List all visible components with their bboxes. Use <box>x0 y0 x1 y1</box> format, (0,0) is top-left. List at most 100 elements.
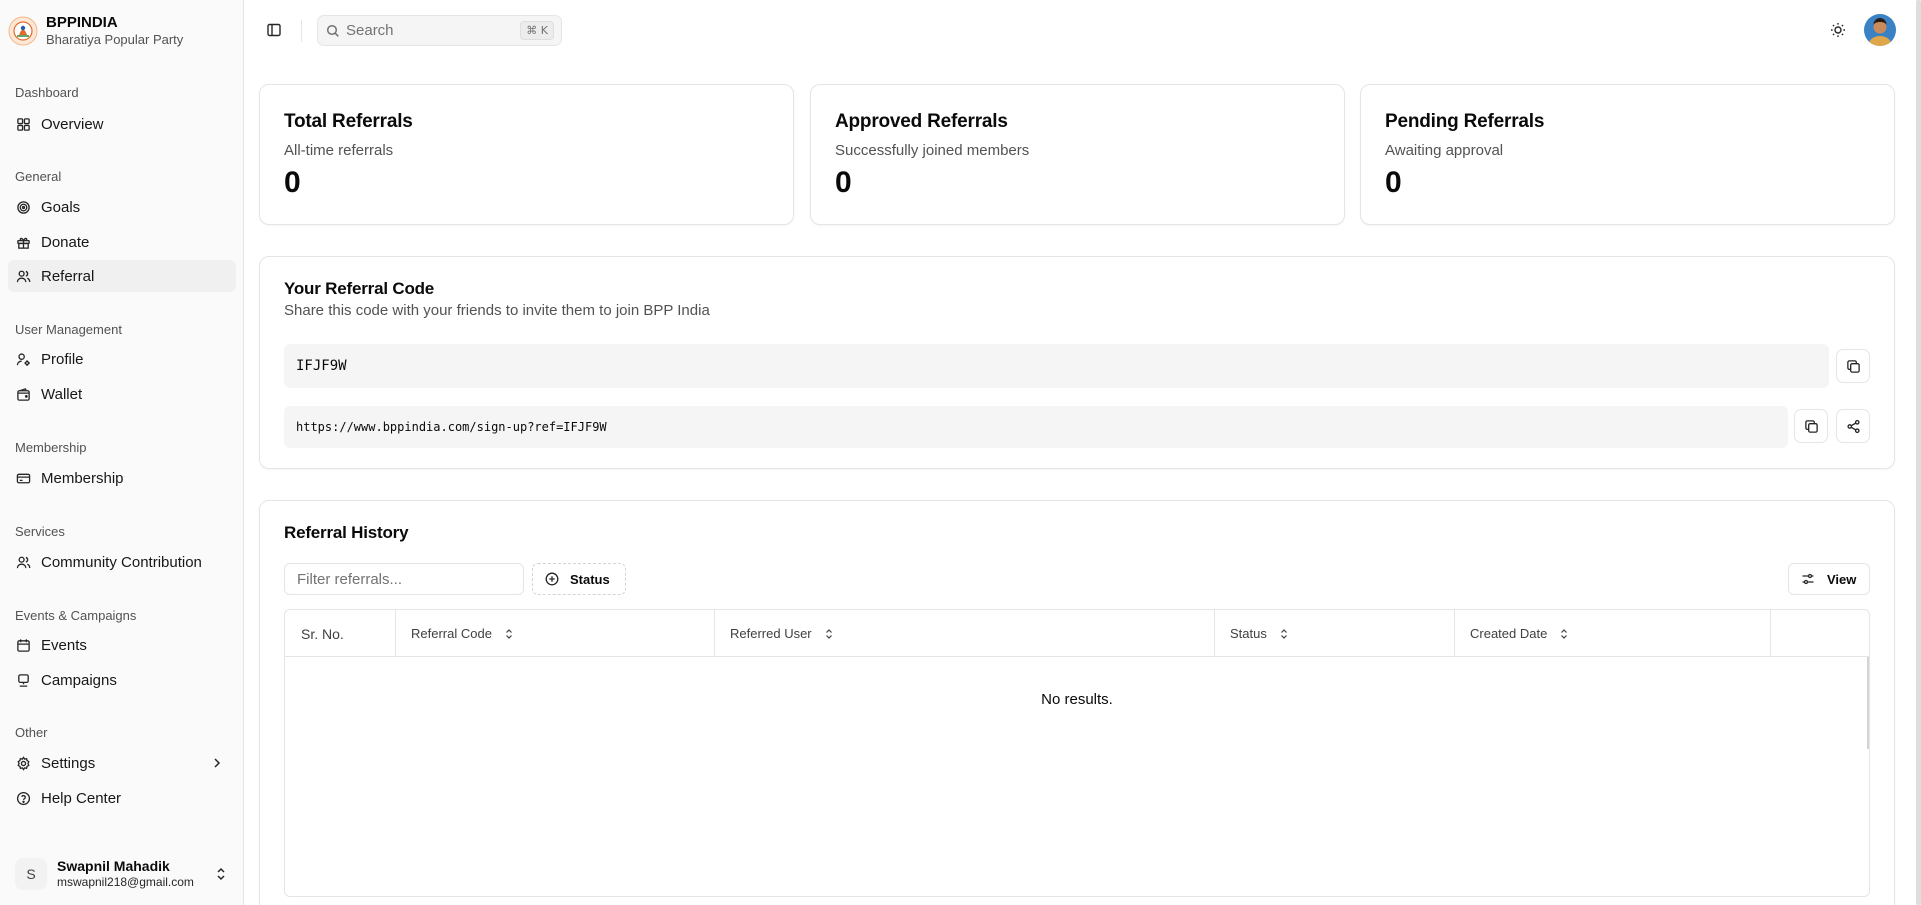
table-header: Sr. No. Referral Code Referred User Stat… <box>285 610 1869 657</box>
copy-link-button[interactable] <box>1794 409 1828 443</box>
sidebar-item-help-center[interactable]: Help Center <box>8 782 236 814</box>
sidebar-item-label: Settings <box>41 754 96 772</box>
gift-icon <box>17 237 30 249</box>
top-header: Search ⌘ K <box>245 0 1921 62</box>
stat-value: 0 <box>284 166 301 199</box>
sidebar-item-label: Goals <box>41 198 81 216</box>
referral-history-table: Sr. No. Referral Code Referred User Stat… <box>284 609 1870 897</box>
view-options-button[interactable]: View <box>1788 563 1870 595</box>
stat-subtitle: Awaiting approval <box>1385 142 1504 159</box>
sidebar-item-label: Donate <box>41 233 90 251</box>
nav-group-dashboard: Dashboard <box>15 85 79 100</box>
stat-title: Pending Referrals <box>1385 111 1545 132</box>
referral-link-field[interactable]: https://www.bppindia.com/sign-up?ref=IFJ… <box>284 406 1788 448</box>
column-header-created-date[interactable]: Created Date <box>1455 610 1771 657</box>
filter-referrals-input[interactable] <box>284 563 524 595</box>
target-icon <box>17 200 30 214</box>
sidebar-item-referral[interactable]: Referral <box>8 260 236 292</box>
copy-icon <box>1804 419 1818 433</box>
sidebar-item-label: Wallet <box>41 385 83 403</box>
stat-value: 0 <box>1385 166 1402 199</box>
nav-group-other: Other <box>15 725 48 740</box>
sidebar-item-label: Campaigns <box>41 671 117 689</box>
user-cog-icon <box>16 352 30 366</box>
sort-icon <box>1561 628 1568 639</box>
panel-left-icon <box>267 23 281 37</box>
sliders-icon <box>1802 573 1814 585</box>
calendar-icon <box>17 638 30 652</box>
nav-group-events-campaigns: Events & Campaigns <box>15 608 137 623</box>
column-header-referral-code[interactable]: Referral Code <box>396 610 715 657</box>
brand[interactable]: BPPINDIA Bharatiya Popular Party <box>8 14 183 48</box>
referral-link-value: https://www.bppindia.com/sign-up?ref=IFJ… <box>296 420 607 434</box>
user-photo-icon <box>1864 14 1896 46</box>
empty-state-text: No results. <box>1041 691 1113 708</box>
column-header-sr-no: Sr. No. <box>285 610 396 657</box>
referral-code-field[interactable]: IFJF9W <box>284 344 1829 388</box>
wallet-icon <box>17 387 30 401</box>
stat-title: Approved Referrals <box>835 111 1008 132</box>
sidebar-item-settings[interactable]: Settings <box>8 747 236 779</box>
sidebar-item-label: Referral <box>41 267 95 285</box>
sidebar-toggle-button[interactable] <box>260 16 288 44</box>
sidebar-item-donate[interactable]: Donate <box>8 226 236 258</box>
monitor-icon <box>18 673 29 687</box>
sidebar-item-overview[interactable]: Overview <box>8 108 236 140</box>
sidebar: BPPINDIA Bharatiya Popular Party Dashboa… <box>0 0 244 905</box>
header-divider <box>301 20 302 42</box>
brand-subtitle: Bharatiya Popular Party <box>46 32 184 47</box>
party-logo-icon <box>8 16 38 46</box>
sidebar-item-community-contribution[interactable]: Community Contribution <box>8 546 236 578</box>
theme-toggle-button[interactable] <box>1828 20 1848 40</box>
referral-history-card: Referral History Status View Sr. No. Ref… <box>259 500 1895 905</box>
page-scrollbar-track[interactable] <box>1916 0 1921 905</box>
stat-value: 0 <box>835 166 852 199</box>
help-circle-icon <box>16 791 31 805</box>
section-title: Referral History <box>284 523 409 542</box>
sidebar-item-label: Community Contribution <box>41 553 202 571</box>
column-header-referred-user[interactable]: Referred User <box>715 610 1215 657</box>
section-title: Your Referral Code <box>284 279 435 298</box>
search-placeholder: Search <box>346 22 394 39</box>
sidebar-item-profile[interactable]: Profile <box>8 343 236 375</box>
table-scrollbar[interactable] <box>1867 657 1869 749</box>
sidebar-item-campaigns[interactable]: Campaigns <box>8 664 236 696</box>
profile-avatar[interactable] <box>1864 14 1896 46</box>
share-link-button[interactable] <box>1836 409 1870 443</box>
sidebar-item-label: Help Center <box>41 789 122 807</box>
copy-code-button[interactable] <box>1836 349 1870 383</box>
sun-icon <box>1831 23 1845 37</box>
sort-icon <box>506 628 512 639</box>
sidebar-item-membership[interactable]: Membership <box>8 462 236 494</box>
search-shortcut-hint: ⌘ K <box>520 21 554 40</box>
sidebar-item-goals[interactable]: Goals <box>8 191 236 223</box>
user-name: Swapnil Mahadik <box>57 858 170 874</box>
status-filter-button[interactable]: Status <box>532 563 626 595</box>
search-icon <box>326 24 339 37</box>
stat-subtitle: All-time referrals <box>284 142 394 159</box>
sort-icon <box>1280 628 1287 639</box>
sidebar-item-events[interactable]: Events <box>8 629 236 661</box>
share-icon <box>1846 419 1860 433</box>
referral-code-card: Your Referral Code Share this code with … <box>259 256 1895 469</box>
referral-code-value: IFJF9W <box>296 358 347 374</box>
stat-title: Total Referrals <box>284 111 413 132</box>
plus-circle-icon <box>545 572 559 586</box>
page-scrollbar-thumb[interactable] <box>1916 0 1921 905</box>
nav-group-user-management: User Management <box>15 322 122 337</box>
view-label: View <box>1827 571 1857 587</box>
sidebar-item-wallet[interactable]: Wallet <box>8 378 236 410</box>
nav-group-general: General <box>15 169 62 184</box>
column-header-status[interactable]: Status <box>1215 610 1455 657</box>
users-icon <box>16 270 31 282</box>
card-icon <box>16 473 31 483</box>
sidebar-item-label: Overview <box>41 115 104 133</box>
search-input[interactable]: Search ⌘ K <box>317 15 562 46</box>
user-menu[interactable]: S Swapnil Mahadik mswapnil218@gmail.com <box>8 852 236 896</box>
stat-card-pending: Pending Referrals Awaiting approval 0 <box>1360 84 1895 225</box>
sidebar-item-label: Profile <box>41 350 84 368</box>
status-filter-label: Status <box>570 571 610 587</box>
stat-subtitle: Successfully joined members <box>835 142 1030 159</box>
sidebar-item-label: Events <box>41 636 87 654</box>
nav-group-services: Services <box>15 524 65 539</box>
